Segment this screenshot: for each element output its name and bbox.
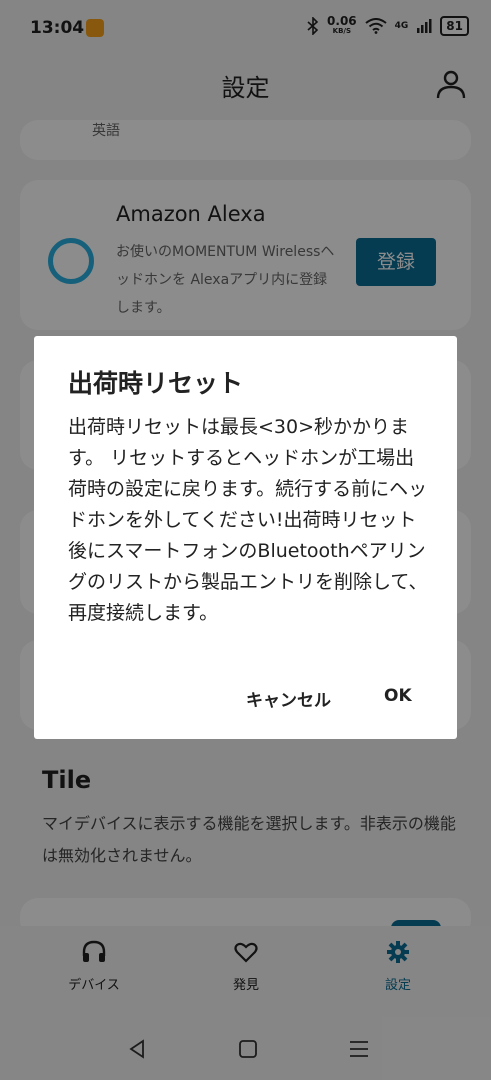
- factory-reset-dialog: 出荷時リセット 出荷時リセットは最長<30>秒かかります。 リセットするとヘッド…: [34, 336, 457, 739]
- ok-button[interactable]: OK: [384, 686, 412, 706]
- dialog-message: 出荷時リセットは最長<30>秒かかります。 リセットするとヘッドホンが工場出荷時…: [68, 416, 428, 624]
- cancel-button[interactable]: キャンセル: [246, 686, 331, 711]
- dialog-title: 出荷時リセット: [68, 369, 244, 398]
